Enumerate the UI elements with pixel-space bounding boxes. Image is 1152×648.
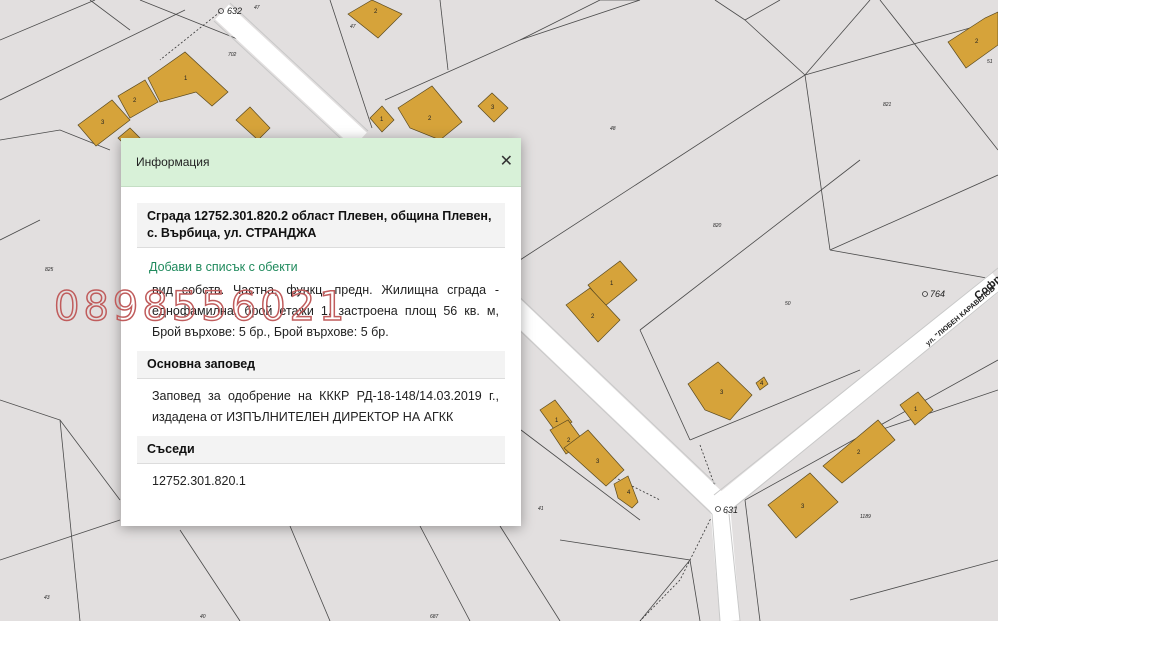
parcel-label: 50 bbox=[785, 301, 791, 307]
building-attributes: вид собств. Частна, функц. предн. Жилищн… bbox=[152, 283, 499, 339]
order-text: Заповед за одобрение на КККР РД-18-148/1… bbox=[152, 389, 499, 424]
survey-point-icon bbox=[922, 291, 928, 297]
parcel-label: 820 bbox=[713, 223, 722, 229]
info-panel-title: Информация bbox=[136, 155, 210, 169]
parcel-label: 48 bbox=[610, 126, 616, 132]
add-to-list-link[interactable]: Добави в списък с обекти bbox=[137, 248, 505, 274]
order-heading: Основна заповед bbox=[137, 351, 505, 379]
parcel-label: 1189 bbox=[860, 514, 871, 520]
parcel-label: 47 bbox=[254, 5, 260, 11]
info-panel-body: Сграда 12752.301.820.2 област Плевен, об… bbox=[121, 187, 521, 500]
parcel-label: 687 bbox=[430, 614, 439, 620]
point-label: 764 bbox=[930, 289, 945, 299]
info-panel: Информация ✕ Сграда 12752.301.820.2 обла… bbox=[121, 138, 521, 526]
neighbors-heading: Съседи bbox=[137, 436, 505, 464]
neighbor-item: 12752.301.820.1 bbox=[152, 474, 246, 488]
parcel-label: 51 bbox=[987, 59, 993, 65]
close-icon[interactable]: ✕ bbox=[500, 154, 513, 170]
parcel-label: 40 bbox=[200, 614, 206, 620]
point-label: 631 bbox=[723, 505, 738, 515]
building-heading: Сграда 12752.301.820.2 област Плевен, об… bbox=[137, 203, 505, 248]
info-panel-header: Информация ✕ bbox=[121, 138, 521, 187]
parcel-label: 47 bbox=[350, 24, 356, 30]
parcel-label: 702 bbox=[228, 52, 237, 58]
point-label: 632 bbox=[227, 6, 242, 16]
parcel-label: 41 bbox=[538, 506, 544, 512]
survey-point-icon bbox=[218, 8, 224, 14]
parcel-label: 821 bbox=[883, 102, 892, 108]
parcel-label: 825 bbox=[45, 267, 54, 273]
street-labels: ул. "ЛЮБЕН КАРАВЕЛОВ" Софр bbox=[925, 273, 998, 348]
parcel-label: 43 bbox=[44, 595, 50, 601]
